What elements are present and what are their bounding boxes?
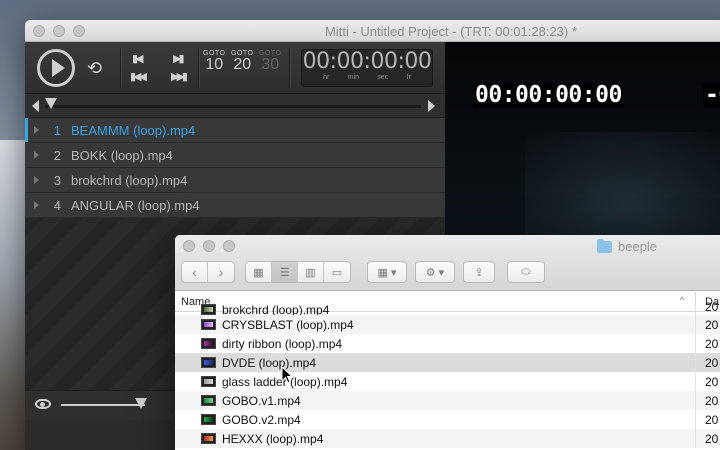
finder-window: beeple ‹ › ▦ ☰ ▥ ▭ ▦ ▾ ⚙ ▾ ⇪ ⬭ Name ^ Da <box>175 235 720 450</box>
view-mode-buttons: ▦ ☰ ▥ ▭ <box>245 261 351 283</box>
scrub-bar <box>25 94 445 118</box>
preview-timecode: 00:00:00:00 <box>473 82 624 108</box>
prev-cue-icon[interactable]: ▮◀ <box>132 52 143 65</box>
loop-icon[interactable]: ⟲ <box>87 58 102 79</box>
gear-icon: ⚙ ▾ <box>425 266 445 279</box>
scrub-left-arrow-icon[interactable] <box>32 100 39 112</box>
chevron-right-icon: › <box>218 264 224 280</box>
video-thumbnail-icon <box>201 414 216 425</box>
mitti-titlebar[interactable]: Mitti - Untitled Project - (TRT: 00:01:2… <box>25 20 720 42</box>
file-name: GOBO.v2.mp4 <box>222 412 301 427</box>
finder-toolbar[interactable]: beeple ‹ › ▦ ☰ ▥ ▭ ▦ ▾ ⚙ ▾ ⇪ ⬭ <box>175 235 720 291</box>
minimize-button[interactable] <box>203 240 215 252</box>
file-name: CRYSBLAST (loop).mp4 <box>222 317 354 332</box>
file-name: GOBO.v1.mp4 <box>222 393 301 408</box>
goto-20-button[interactable]: GOTO 20 <box>231 50 253 73</box>
scrub-right-arrow-icon[interactable] <box>428 100 435 112</box>
play-icon <box>51 59 65 77</box>
tag-icon: ⬭ <box>521 265 531 278</box>
rewind-to-start-icon[interactable]: ▮◀◀ <box>130 70 147 83</box>
minimize-button[interactable] <box>53 25 65 37</box>
play-button[interactable] <box>37 49 75 87</box>
group-by-button[interactable]: ▦ ▾ <box>367 261 407 283</box>
finder-title: beeple <box>597 238 657 254</box>
goto-10-button[interactable]: GOTO 10 <box>203 50 225 73</box>
video-thumbnail-icon <box>201 319 216 330</box>
back-button[interactable]: ‹ <box>182 262 208 282</box>
group-icon: ▦ ▾ <box>377 266 397 279</box>
file-name: HEXXX (loop).mp4 <box>222 431 324 446</box>
icon-view-icon[interactable]: ▦ <box>246 262 272 282</box>
playlist-item[interactable]: 4 ANGULAR (loop).mp4 <box>25 193 445 218</box>
preview-remaining-timecode: -0 <box>703 82 720 108</box>
video-thumbnail-icon <box>201 395 216 406</box>
timecode-units: hr min sec fr <box>323 74 411 81</box>
playlist-item-name: ANGULAR (loop).mp4 <box>71 197 200 213</box>
file-name: dirty ribbon (loop).mp4 <box>222 336 343 351</box>
gallery-view-icon[interactable]: ▭ <box>324 262 350 282</box>
playlist-item-name: BEAMMM (loop).mp4 <box>71 122 196 138</box>
divider <box>120 48 121 88</box>
playlist-item[interactable]: 2 BOKK (loop).mp4 <box>25 143 445 168</box>
file-row[interactable]: HEXXX (loop).mp4 20 <box>175 429 720 448</box>
transport-bar: ⟲ ▮◀ ▶▮ ▮◀◀ ▶▶▮ GOTO 10 GOTO 20 GOTO 30 … <box>25 42 445 94</box>
file-row[interactable]: GOBO.v2.mp4 20 <box>175 410 720 429</box>
file-list: brokchrd (loop).mp4 20 CRYSBLAST (loop).… <box>175 300 720 448</box>
video-thumbnail-icon <box>201 338 216 349</box>
video-thumbnail-icon <box>201 433 216 444</box>
file-row[interactable]: brokchrd (loop).mp4 20 <box>175 300 720 323</box>
divider <box>198 48 199 88</box>
video-thumbnail-icon <box>201 357 216 368</box>
divider <box>289 48 290 88</box>
skip-to-end-icon[interactable]: ▶▶▮ <box>171 70 188 83</box>
list-view-icon[interactable]: ☰ <box>272 262 298 282</box>
file-row[interactable]: CRYSBLAST (loop).mp4 20 <box>175 315 720 334</box>
file-row[interactable]: GOBO.v1.mp4 20 <box>175 391 720 410</box>
opacity-slider-knob[interactable] <box>135 398 147 409</box>
opacity-slider-track[interactable] <box>61 404 145 406</box>
playlist-item[interactable]: 1 BEAMMM (loop).mp4 <box>25 118 445 143</box>
zoom-button[interactable] <box>223 240 235 252</box>
next-cue-icon[interactable]: ▶▮ <box>173 52 184 65</box>
video-thumbnail-icon <box>201 304 216 315</box>
video-thumbnail-icon <box>201 376 216 387</box>
share-icon: ⇪ <box>474 266 484 279</box>
action-button[interactable]: ⚙ ▾ <box>415 261 455 283</box>
share-button[interactable]: ⇪ <box>463 261 495 283</box>
timecode-value: 00:00:00:00 <box>302 49 432 74</box>
goto-30-button[interactable]: GOTO 30 <box>259 50 281 73</box>
window-title: Mitti - Untitled Project - (TRT: 00:01:2… <box>325 24 577 39</box>
playlist-item[interactable]: 3 brokchrd (loop).mp4 <box>25 168 445 193</box>
close-button[interactable] <box>183 240 195 252</box>
scrub-track[interactable] <box>45 105 421 108</box>
playlist-item-name: brokchrd (loop).mp4 <box>71 172 188 188</box>
eye-icon[interactable] <box>35 399 51 409</box>
timecode-display: 00:00:00:00 hr min sec fr <box>301 49 433 87</box>
file-row[interactable]: dirty ribbon (loop).mp4 20 <box>175 334 720 353</box>
folder-icon <box>597 238 612 253</box>
file-name: DVDE (loop).mp4 <box>222 355 317 370</box>
tag-button[interactable]: ⬭ <box>507 261 545 283</box>
playlist-item-name: BOKK (loop).mp4 <box>71 147 173 163</box>
nav-buttons: ‹ › <box>181 261 235 283</box>
scrub-playhead[interactable] <box>45 98 57 109</box>
close-button[interactable] <box>33 25 45 37</box>
file-row-selected[interactable]: DVDE (loop).mp4 20 <box>175 353 720 372</box>
column-view-icon[interactable]: ▥ <box>298 262 324 282</box>
file-row[interactable]: glass ladder (loop).mp4 20 <box>175 372 720 391</box>
chevron-left-icon: ‹ <box>192 264 197 280</box>
forward-button[interactable]: › <box>208 262 234 282</box>
zoom-button[interactable] <box>73 25 85 37</box>
